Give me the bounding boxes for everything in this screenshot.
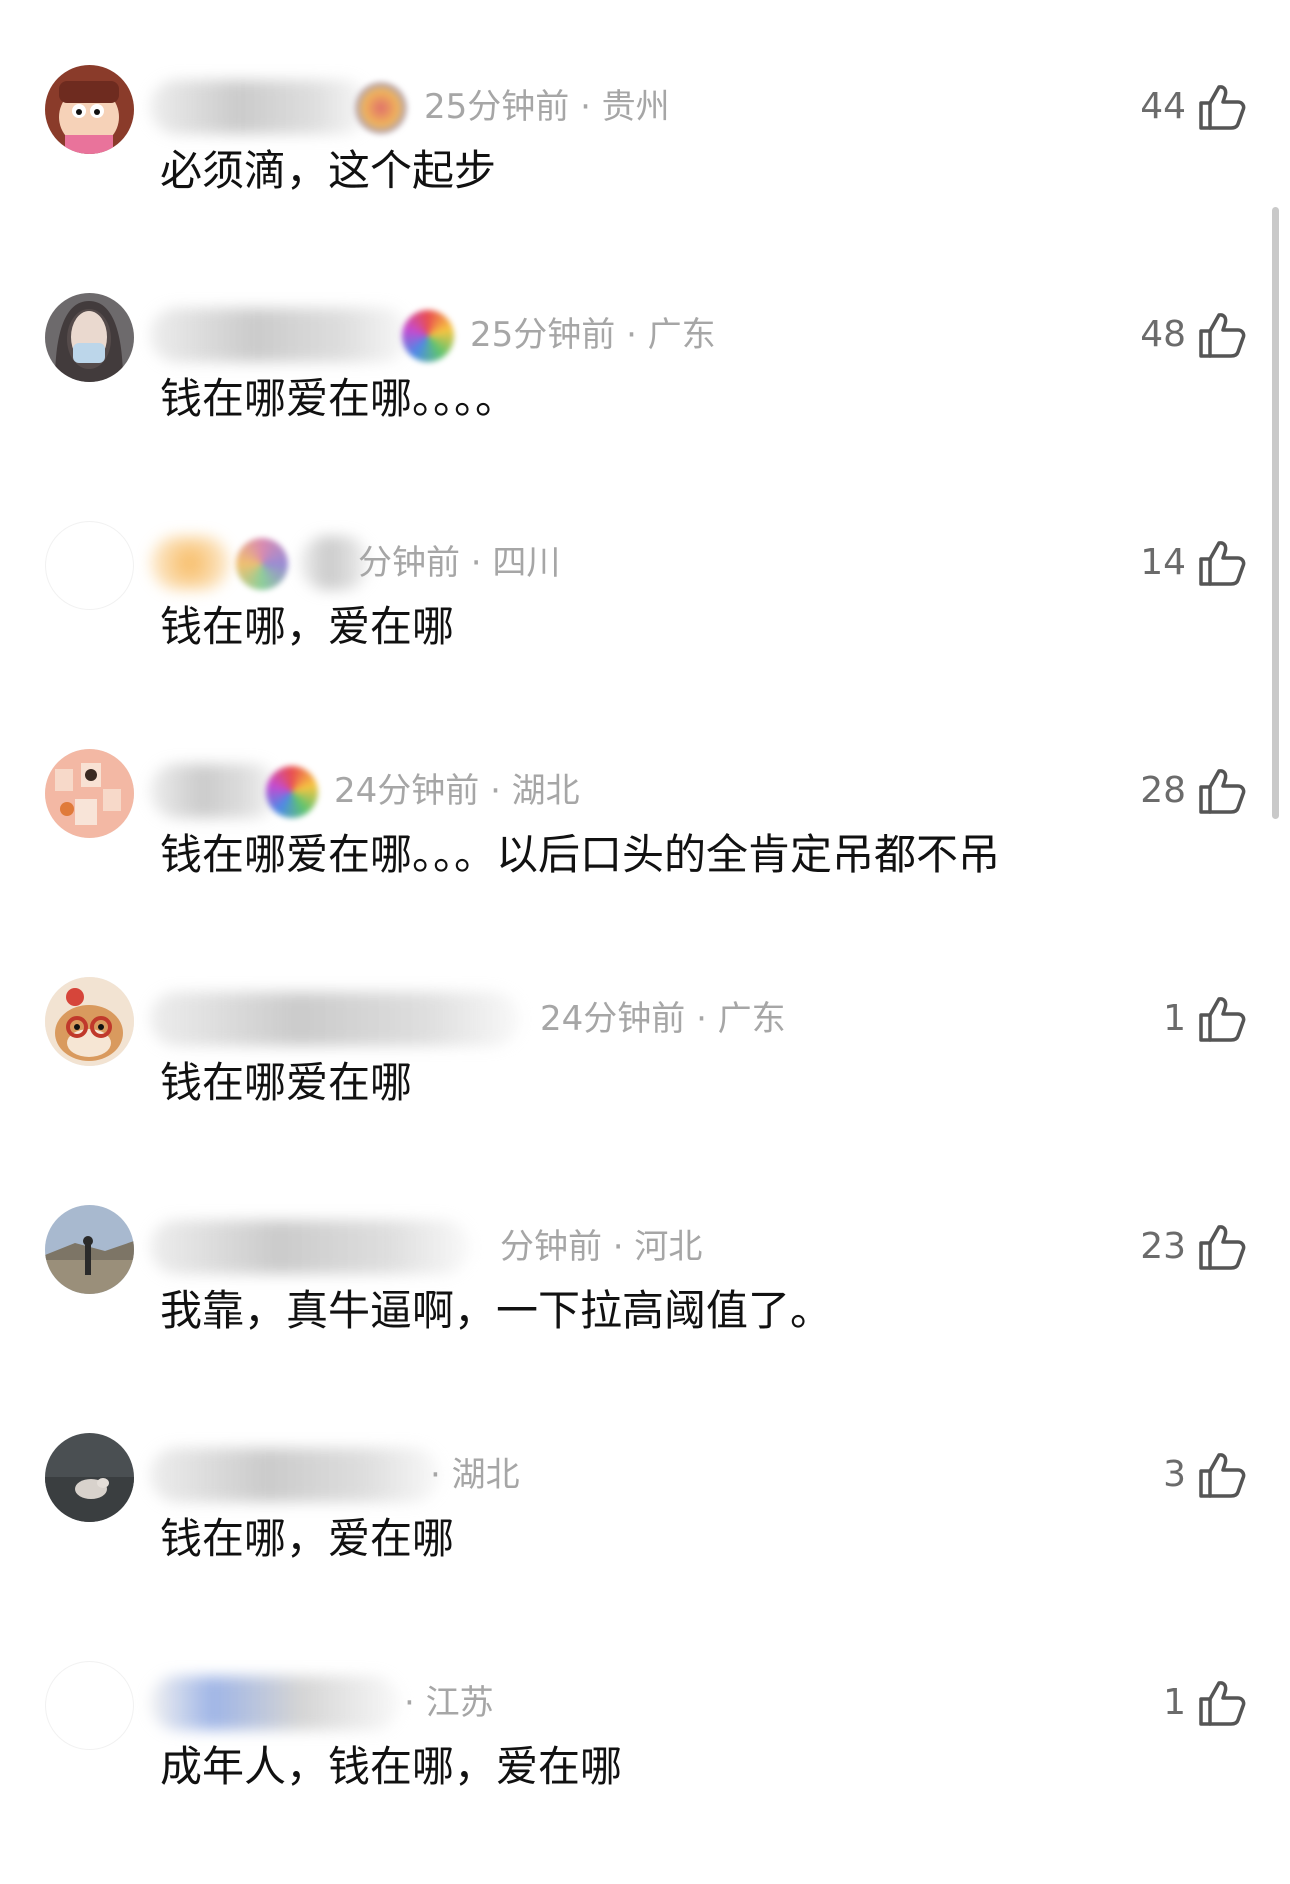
comment-item[interactable]: · 湖北 钱在哪，爱在哪 3 [0, 1428, 1290, 1656]
comment-item[interactable]: · 江苏 成年人，钱在哪，爱在哪 1 [0, 1656, 1290, 1884]
thumbs-up-icon[interactable] [1196, 537, 1248, 589]
comment-meta: 分钟前 · 四川 [358, 543, 561, 583]
comment-item[interactable]: 25分钟前 · 广东 钱在哪爱在哪。。。。 48 [0, 288, 1290, 516]
scrollbar[interactable] [1272, 207, 1279, 819]
like-button[interactable]: 1 [1163, 986, 1248, 1052]
like-count: 23 [1140, 1226, 1186, 1267]
username[interactable] [150, 1448, 440, 1502]
avatar[interactable] [45, 1661, 134, 1750]
username[interactable] [150, 764, 280, 818]
avatar[interactable] [45, 1433, 134, 1522]
avatar[interactable] [45, 65, 134, 154]
avatar[interactable] [45, 749, 134, 838]
like-button[interactable]: 3 [1163, 1442, 1248, 1508]
comment-text: 钱在哪，爱在哪 [160, 602, 455, 651]
like-button[interactable]: 28 [1140, 758, 1248, 824]
comment-text: 成年人，钱在哪，爱在哪 [160, 1742, 623, 1791]
like-count: 1 [1163, 1682, 1186, 1723]
comment-item[interactable]: 25分钟前 · 贵州 必须滴，这个起步 44 [0, 60, 1290, 288]
comment-text: 钱在哪爱在哪 [160, 1058, 413, 1107]
like-count: 3 [1163, 1454, 1186, 1495]
comment-item[interactable]: 24分钟前 · 湖北 钱在哪爱在哪。。。以后口头的全肯定吊都不吊 28 [0, 744, 1290, 972]
comment-text: 我靠，真牛逼啊，一下拉高阈值了。 [160, 1286, 833, 1335]
username[interactable] [150, 308, 410, 362]
comment-item[interactable]: 分钟前 · 河北 我靠，真牛逼啊，一下拉高阈值了。 23 [0, 1200, 1290, 1428]
like-button[interactable]: 23 [1140, 1214, 1248, 1280]
username[interactable] [150, 1676, 400, 1730]
comment-meta: 24分钟前 · 湖北 [334, 771, 580, 811]
comment-meta: · 湖北 [430, 1455, 520, 1495]
thumbs-up-icon[interactable] [1196, 765, 1248, 817]
comment-text: 必须滴，这个起步 [160, 146, 497, 195]
like-button[interactable]: 1 [1163, 1670, 1248, 1736]
like-count: 1 [1163, 998, 1186, 1039]
username[interactable] [150, 536, 230, 590]
like-button[interactable]: 48 [1140, 302, 1248, 368]
thumbs-up-icon[interactable] [1196, 1449, 1248, 1501]
badge-icon [402, 310, 454, 362]
username[interactable] [150, 1220, 470, 1274]
username[interactable] [150, 992, 520, 1046]
comment-text: 钱在哪爱在哪。。。。 [160, 374, 518, 423]
avatar[interactable] [45, 977, 134, 1066]
avatar[interactable] [45, 1205, 134, 1294]
comment-meta: 25分钟前 · 贵州 [424, 87, 670, 127]
thumbs-up-icon[interactable] [1196, 1677, 1248, 1729]
like-count: 14 [1140, 542, 1186, 583]
like-button[interactable]: 44 [1140, 74, 1248, 140]
badge-icon [355, 82, 407, 134]
comment-meta: 24分钟前 · 广东 [540, 999, 786, 1039]
avatar[interactable] [45, 521, 134, 610]
like-button[interactable]: 14 [1140, 530, 1248, 596]
like-count: 44 [1140, 86, 1186, 127]
avatar[interactable] [45, 293, 134, 382]
comment-meta: 分钟前 · 河北 [500, 1227, 703, 1267]
comment-item[interactable]: 24分钟前 · 广东 钱在哪爱在哪 1 [0, 972, 1290, 1200]
comment-text: 钱在哪，爱在哪 [160, 1514, 455, 1563]
comment-text: 钱在哪爱在哪。。。以后口头的全肯定吊都不吊 [160, 830, 1001, 879]
thumbs-up-icon[interactable] [1196, 993, 1248, 1045]
comment-item[interactable]: 分钟前 · 四川 钱在哪，爱在哪 14 [0, 516, 1290, 744]
like-count: 28 [1140, 770, 1186, 811]
thumbs-up-icon[interactable] [1196, 81, 1248, 133]
thumbs-up-icon[interactable] [1196, 1221, 1248, 1273]
comment-meta: 25分钟前 · 广东 [470, 315, 716, 355]
thumbs-up-icon[interactable] [1196, 309, 1248, 361]
badge-icon [236, 538, 288, 590]
badge-icon [266, 766, 318, 818]
comment-meta: · 江苏 [404, 1683, 494, 1723]
username[interactable] [150, 80, 370, 134]
like-count: 48 [1140, 314, 1186, 355]
